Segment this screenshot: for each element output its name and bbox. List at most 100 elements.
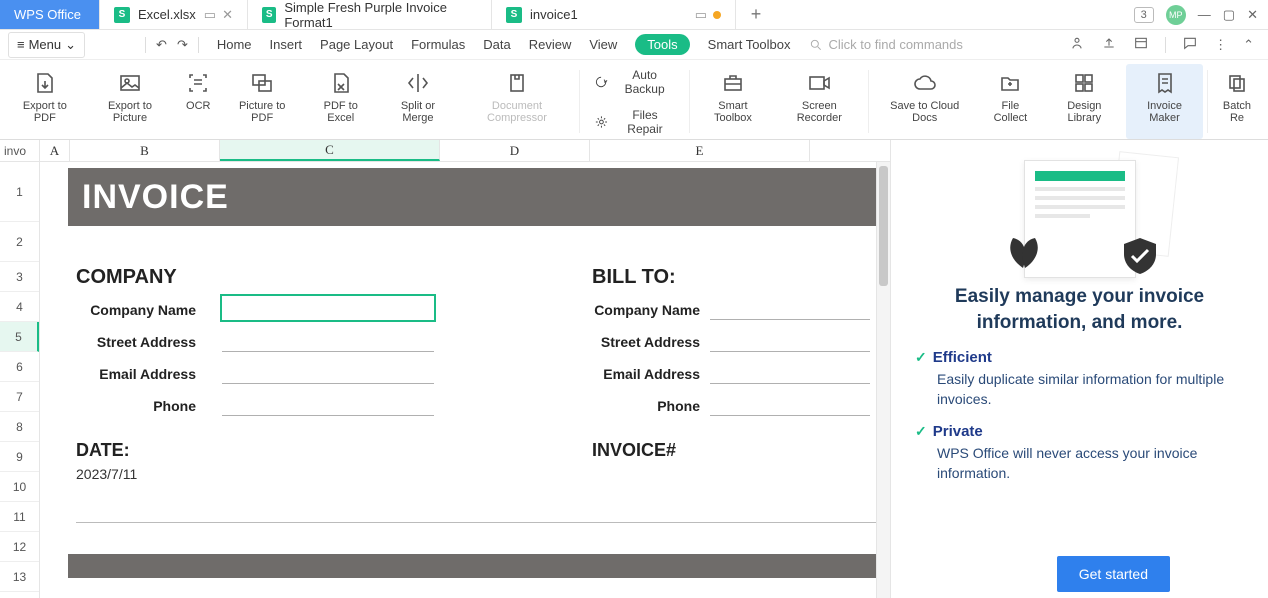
ocr-icon [184, 70, 212, 96]
window-count-badge[interactable]: 3 [1134, 7, 1154, 23]
row-4[interactable]: 4 [0, 292, 39, 322]
quick-access-toolbar: ↶ ↷ [95, 37, 199, 53]
ocr-button[interactable]: OCR [176, 64, 220, 139]
undo-icon[interactable]: ↶ [156, 37, 167, 53]
close-icon[interactable]: ✕ [1247, 7, 1258, 23]
export-to-pdf-button[interactable]: Export to PDF [6, 64, 84, 139]
row-1[interactable]: 1 [0, 162, 39, 222]
pdf-to-excel-button[interactable]: PDF to Excel [304, 64, 377, 139]
screen-recorder-button[interactable]: Screen Recorder [774, 64, 864, 139]
name-box[interactable]: invo [0, 140, 40, 161]
ribbon: Export to PDF Export to Picture OCR Pict… [0, 60, 1268, 140]
redo-icon[interactable]: ↷ [177, 37, 188, 53]
collapse-ribbon-icon[interactable]: ⌃ [1243, 37, 1254, 53]
batch-button[interactable]: Batch Re [1212, 64, 1262, 139]
more-icon[interactable]: ⋮ [1214, 37, 1227, 53]
menu-view[interactable]: View [589, 37, 617, 52]
row-10[interactable]: 10 [0, 472, 39, 502]
row-3[interactable]: 3 [0, 262, 39, 292]
col-C[interactable]: C [220, 140, 440, 161]
invoice-maker-button[interactable]: Invoice Maker [1126, 64, 1203, 139]
layout-icon[interactable] [1133, 35, 1149, 54]
spreadsheet-icon: S [262, 7, 276, 23]
benefit-efficient-text: Easily duplicate similar information for… [937, 370, 1244, 409]
company-email-input[interactable] [222, 364, 434, 384]
billto-phone-input[interactable] [710, 396, 870, 416]
email-label: Email Address [76, 366, 196, 382]
share-icon[interactable] [1069, 35, 1085, 54]
file-collect-button[interactable]: File Collect [978, 64, 1043, 139]
menu-tabs: Home Insert Page Layout Formulas Data Re… [217, 34, 791, 55]
doc-tab-1[interactable]: S Excel.xlsx ▭✕ [100, 0, 248, 29]
files-repair-button[interactable]: Files Repair [594, 108, 674, 136]
menu-tools[interactable]: Tools [635, 34, 689, 55]
chevron-down-icon: ⌄ [65, 37, 76, 53]
tab-menu-icon[interactable]: ▭ [695, 7, 707, 23]
new-tab-button[interactable]: + [736, 0, 776, 29]
row-8[interactable]: 8 [0, 412, 39, 442]
unsaved-dot-icon [713, 11, 721, 19]
menu-page-layout[interactable]: Page Layout [320, 37, 393, 52]
menu-review[interactable]: Review [529, 37, 572, 52]
billto-street-label: Street Address [580, 334, 700, 350]
maximize-icon[interactable]: ▢ [1223, 7, 1235, 23]
menu-smart-toolbox[interactable]: Smart Toolbox [708, 37, 791, 52]
check-icon: ✓ [915, 423, 927, 440]
get-started-button[interactable]: Get started [1057, 556, 1170, 592]
menu-data[interactable]: Data [483, 37, 510, 52]
picture-to-pdf-button[interactable]: Picture to PDF [222, 64, 302, 139]
menu-formulas[interactable]: Formulas [411, 37, 465, 52]
tab-menu-icon[interactable]: ▭ [204, 7, 216, 23]
search-icon [809, 38, 823, 52]
col-E[interactable]: E [590, 140, 810, 161]
menu-insert[interactable]: Insert [270, 37, 303, 52]
vertical-scrollbar[interactable] [876, 162, 890, 598]
auto-backup-button[interactable]: Auto Backup [594, 68, 674, 96]
row-5[interactable]: 5 [0, 322, 39, 352]
company-phone-input[interactable] [222, 396, 434, 416]
tab-close-icon[interactable]: ✕ [222, 7, 233, 23]
upload-icon[interactable] [1101, 35, 1117, 54]
doc-tab-2[interactable]: S Simple Fresh Purple Invoice Format1 [248, 0, 492, 29]
row-7[interactable]: 7 [0, 382, 39, 412]
work-area: invo A B C D E 1 2 3 4 5 6 7 8 9 10 11 [0, 140, 1268, 598]
company-street-input[interactable] [222, 332, 434, 352]
row-6[interactable]: 6 [0, 352, 39, 382]
billto-company-name-input[interactable] [710, 300, 870, 320]
pdf-to-excel-icon [327, 70, 355, 96]
benefit-private-heading: ✓Private [915, 423, 1244, 440]
menu-home[interactable]: Home [217, 37, 252, 52]
minimize-icon[interactable]: — [1198, 7, 1211, 22]
selected-cell[interactable] [220, 294, 436, 322]
file-collect-icon [996, 70, 1024, 96]
spreadsheet: invo A B C D E 1 2 3 4 5 6 7 8 9 10 11 [0, 140, 890, 598]
billto-email-input[interactable] [710, 364, 870, 384]
split-or-merge-button[interactable]: Split or Merge [379, 64, 456, 139]
row-11[interactable]: 11 [0, 502, 39, 532]
billto-street-input[interactable] [710, 332, 870, 352]
brand-tab[interactable]: WPS Office [0, 0, 100, 29]
command-search[interactable]: Click to find commands [809, 37, 963, 52]
doc-tab-3[interactable]: S invoice1 ▭ [492, 0, 736, 29]
menu-button[interactable]: ≡ Menu ⌄ [8, 32, 85, 58]
export-to-picture-button[interactable]: Export to Picture [86, 64, 175, 139]
row-9[interactable]: 9 [0, 442, 39, 472]
col-B[interactable]: B [70, 140, 220, 161]
row-2[interactable]: 2 [0, 222, 39, 262]
chat-icon[interactable] [1182, 35, 1198, 54]
promo-illustration [915, 150, 1244, 278]
user-avatar[interactable]: MP [1166, 5, 1186, 25]
col-D[interactable]: D [440, 140, 590, 161]
row-12[interactable]: 12 [0, 532, 39, 562]
scrollbar-thumb[interactable] [879, 166, 888, 286]
title-bar: WPS Office S Excel.xlsx ▭✕ S Simple Fres… [0, 0, 1268, 30]
design-library-button[interactable]: Design Library [1045, 64, 1124, 139]
row-14[interactable]: 14 [0, 592, 39, 598]
col-A[interactable]: A [40, 140, 70, 161]
billto-email-label: Email Address [580, 366, 700, 382]
row-13[interactable]: 13 [0, 562, 39, 592]
save-to-cloud-button[interactable]: Save to Cloud Docs [873, 64, 976, 139]
benefit-private-text: WPS Office will never access your invoic… [937, 444, 1244, 483]
cell-grid[interactable]: INVOICE COMPANY BILL TO: Company Name St… [40, 162, 876, 598]
smart-toolbox-button[interactable]: Smart Toolbox [694, 64, 773, 139]
